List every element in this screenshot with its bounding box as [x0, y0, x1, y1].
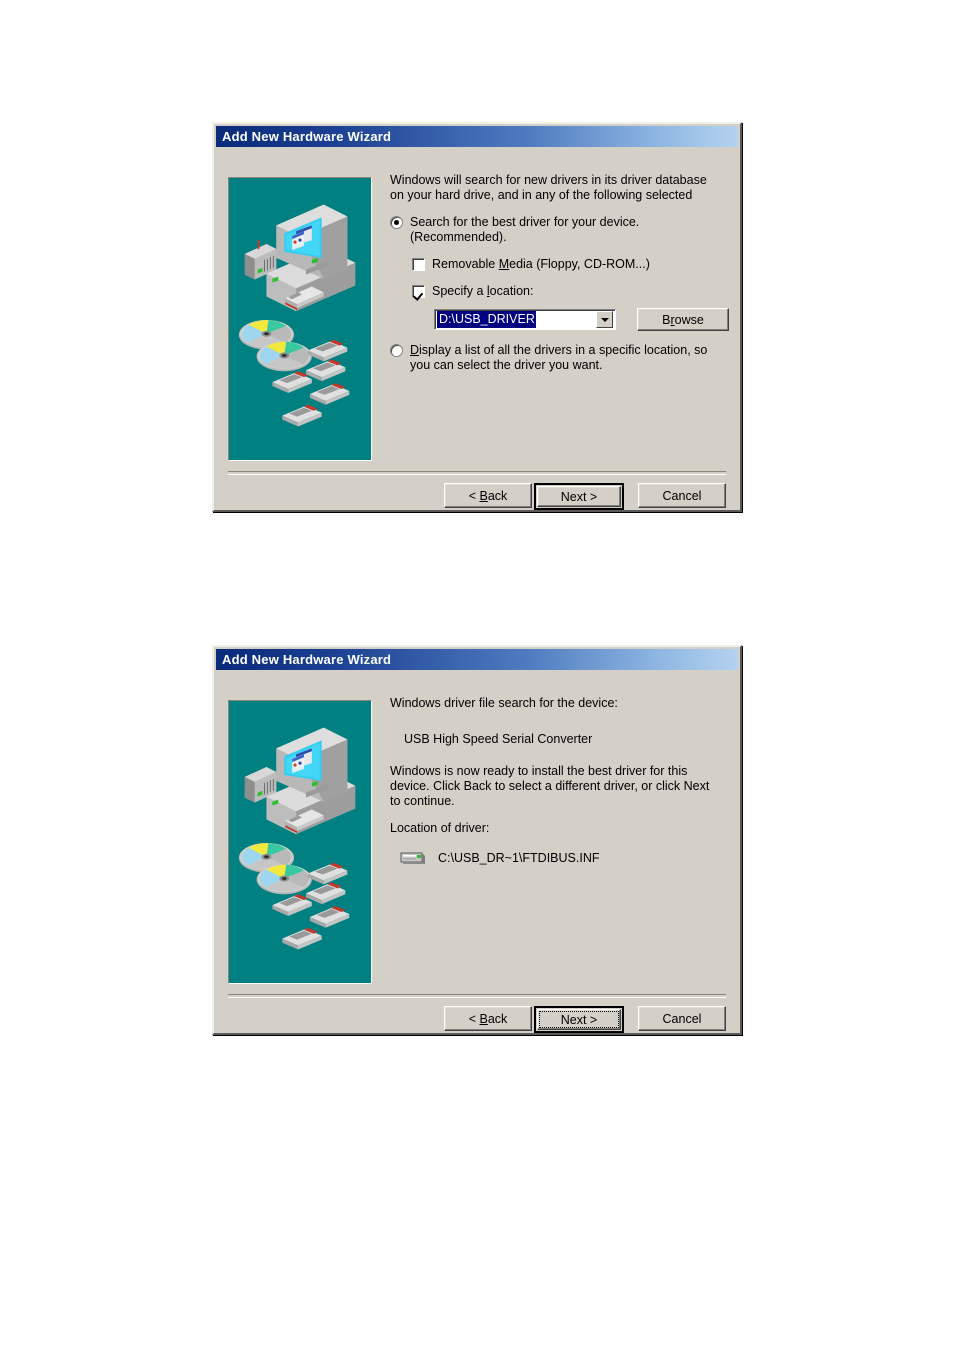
content-column-2: Windows driver file search for the devic… [390, 696, 730, 867]
cancel-button-2[interactable]: Cancel [638, 1006, 726, 1031]
next-button[interactable]: Next > [537, 486, 621, 507]
back-button-label: < Back [468, 488, 508, 503]
back-button-2[interactable]: < Back [444, 1006, 532, 1031]
next-button-default-frame-2: Next > [534, 1006, 624, 1033]
checkbox-indicator-specify-location[interactable] [412, 285, 425, 298]
nav-buttons-1: < Back Next > Cancel [214, 483, 740, 510]
cancel-button-label-2: Cancel [662, 1011, 702, 1026]
radio-search-best-driver[interactable]: Search for the best driver for your devi… [390, 215, 730, 245]
back-button[interactable]: < Back [444, 483, 532, 508]
checkbox-specify-location[interactable]: Specify a location: [412, 284, 730, 299]
hard-drive-icon [400, 852, 425, 864]
radio-indicator-search-best[interactable] [390, 216, 403, 229]
window-title-2: Add New Hardware Wizard [222, 652, 392, 667]
computer-media-illustration-2 [229, 701, 371, 983]
radio-indicator-display-list[interactable] [390, 344, 403, 357]
device-name-text: USB High Speed Serial Converter [404, 732, 593, 746]
radio-label-search-best: Search for the best driver for your devi… [410, 215, 640, 244]
computer-media-illustration [229, 178, 371, 460]
next-button-label-2: Next > [560, 1012, 598, 1027]
illustration-panel-2 [228, 700, 372, 984]
titlebar-2: Add New Hardware Wizard [216, 649, 738, 670]
next-button-default-frame: Next > [534, 483, 624, 510]
intro-text: Windows will search for new drivers in i… [390, 173, 707, 202]
browse-button[interactable]: Browse [637, 308, 729, 331]
nav-buttons-2: < Back Next > Cancel [214, 1006, 740, 1033]
checkbox-indicator-removable-media[interactable] [412, 258, 425, 271]
driver-path-text: C:\USB_DR~1\FTDIBUS.INF [438, 851, 600, 865]
dialog-body-2: Windows driver file search for the devic… [214, 670, 740, 1033]
divider-2 [228, 994, 726, 998]
browse-button-label: Browse [662, 312, 704, 327]
window-title: Add New Hardware Wizard [222, 129, 392, 144]
checkbox-removable-media[interactable]: Removable Media (Floppy, CD-ROM...) [412, 257, 730, 272]
add-new-hardware-wizard-dialog-1: Add New Hardware Wizard Windows will sea… [212, 122, 742, 512]
chevron-down-icon[interactable] [596, 311, 613, 328]
driver-search-text: Windows driver file search for the devic… [390, 696, 618, 710]
checkbox-label-specify-location: Specify a location: [432, 284, 534, 298]
chevron-down-glyph [600, 317, 609, 322]
radio-display-list[interactable]: Display a list of all the drivers in a s… [390, 343, 730, 373]
back-button-label-2: < Back [468, 1011, 508, 1026]
driver-path-row: C:\USB_DR~1\FTDIBUS.INF [400, 849, 730, 867]
dialog-body-1: Windows will search for new drivers in i… [214, 147, 740, 510]
cancel-button[interactable]: Cancel [638, 483, 726, 508]
next-button-2[interactable]: Next > [537, 1009, 621, 1030]
illustration-panel [228, 177, 372, 461]
location-combobox[interactable]: D:\USB_DRIVER [434, 309, 616, 330]
titlebar-1: Add New Hardware Wizard [216, 126, 738, 147]
radio-label-display-list: Display a list of all the drivers in a s… [410, 343, 708, 372]
checkbox-label-removable-media: Removable Media (Floppy, CD-ROM...) [432, 257, 650, 271]
ready-to-install-text: Windows is now ready to install the best… [390, 764, 710, 808]
add-new-hardware-wizard-dialog-2: Add New Hardware Wizard Windows driver f… [212, 645, 742, 1035]
location-of-driver-label: Location of driver: [390, 821, 490, 835]
content-column-1: Windows will search for new drivers in i… [390, 173, 730, 373]
divider-1 [228, 471, 726, 475]
cancel-button-label: Cancel [662, 488, 702, 503]
location-combo-row: D:\USB_DRIVER Browse [434, 308, 730, 331]
next-button-label: Next > [560, 489, 598, 504]
location-combobox-value[interactable]: D:\USB_DRIVER [437, 311, 536, 328]
